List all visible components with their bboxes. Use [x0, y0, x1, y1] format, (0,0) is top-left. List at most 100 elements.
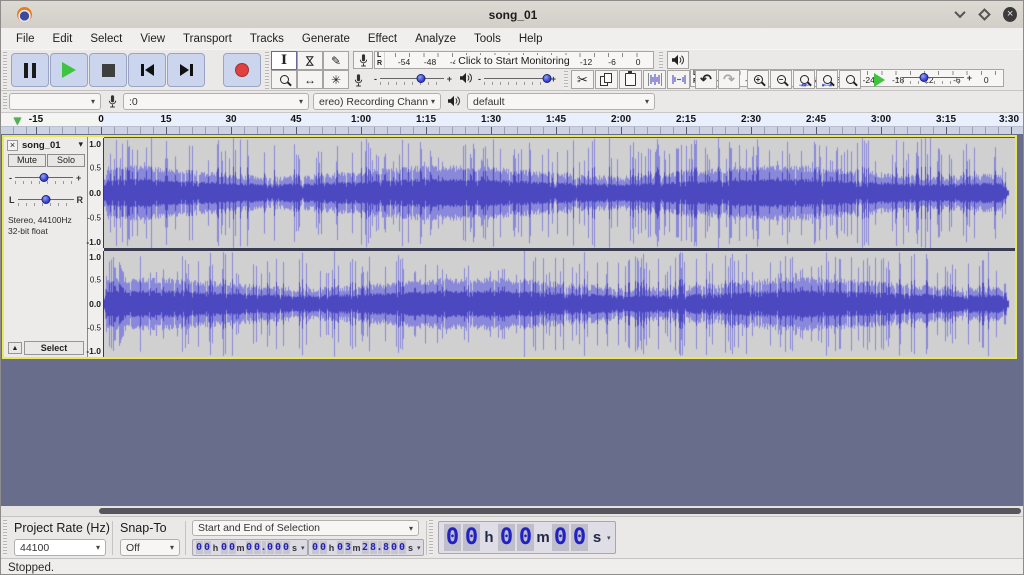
- skip-to-start-button[interactable]: [128, 53, 166, 87]
- recording-volume-slider[interactable]: - +: [371, 72, 455, 86]
- menu-tracks[interactable]: Tracks: [241, 31, 293, 47]
- mute-button[interactable]: Mute: [8, 154, 46, 167]
- draw-tool-button[interactable]: ✎: [323, 51, 349, 70]
- recording-channels-dropdown[interactable]: ereo) Recording Channels ▾: [313, 93, 441, 110]
- solo-button[interactable]: Solo: [47, 154, 85, 167]
- gain-thumb[interactable]: [40, 173, 49, 182]
- selection-mode-dropdown[interactable]: Start and End of Selection ▾: [192, 520, 419, 536]
- waveform-channel-1[interactable]: [104, 138, 1015, 248]
- time-unit[interactable]: m: [352, 543, 361, 553]
- time-unit[interactable]: h: [481, 529, 497, 546]
- recording-device-dropdown[interactable]: :0 ▾: [123, 93, 309, 110]
- track-name[interactable]: song_01: [22, 140, 61, 151]
- time-digit[interactable]: 0: [463, 524, 480, 551]
- menu-tools[interactable]: Tools: [465, 31, 510, 47]
- maximize-button[interactable]: [977, 7, 991, 21]
- time-digit[interactable]: 0: [498, 524, 515, 551]
- time-unit[interactable]: s: [290, 543, 299, 553]
- track-area[interactable]: × song_01 ▾ Mute Solo - + L R Stereo, 44…: [1, 134, 1024, 506]
- transport-toolbar-grabber[interactable]: [3, 52, 7, 90]
- zoom-toggle-button[interactable]: [839, 70, 861, 89]
- time-digit[interactable]: 0: [312, 541, 319, 554]
- time-digit[interactable]: 0: [275, 541, 282, 554]
- selection-tool-button[interactable]: I: [271, 51, 297, 70]
- audio-position-field[interactable]: 00h00m00s▾: [438, 521, 616, 554]
- selection-end-field[interactable]: 00h03m28.800s▾: [308, 539, 424, 556]
- silence-audio-button[interactable]: [667, 70, 690, 89]
- track-gain-slider[interactable]: - +: [6, 171, 86, 185]
- time-toolbar-grabber[interactable]: [429, 520, 433, 556]
- track-control-panel[interactable]: × song_01 ▾ Mute Solo - + L R Stereo, 44…: [4, 137, 88, 357]
- device-toolbar-grabber[interactable]: [3, 93, 7, 111]
- track-collapse-button[interactable]: ▲: [8, 342, 22, 354]
- recording-volume-groove[interactable]: [380, 72, 444, 86]
- time-unit[interactable]: m: [535, 529, 551, 546]
- track-menu-dropdown-icon[interactable]: ▾: [78, 139, 83, 150]
- time-digit[interactable]: 0: [571, 524, 588, 551]
- time-digit[interactable]: .: [262, 541, 266, 554]
- menu-view[interactable]: View: [131, 31, 174, 47]
- time-digit[interactable]: 0: [552, 524, 569, 551]
- timeline-tick-strip[interactable]: [1, 126, 1024, 134]
- audio-track[interactable]: × song_01 ▾ Mute Solo - + L R Stereo, 44…: [2, 135, 1017, 359]
- menu-analyze[interactable]: Analyze: [406, 31, 465, 47]
- play-at-speed-button[interactable]: [867, 70, 891, 89]
- time-digit[interactable]: 8: [370, 541, 377, 554]
- skip-to-end-button[interactable]: [167, 53, 205, 87]
- waveform-area-channel-1[interactable]: [104, 137, 1015, 248]
- time-digit[interactable]: 0: [337, 541, 344, 554]
- playback-device-dropdown[interactable]: default ▾: [467, 93, 655, 110]
- time-digit[interactable]: 8: [383, 541, 390, 554]
- close-button[interactable]: ×: [1003, 7, 1017, 21]
- undo-button[interactable]: ↶: [695, 70, 717, 89]
- playback-volume-groove[interactable]: [484, 72, 548, 86]
- recording-meter[interactable]: L R -54 -48 -42 -36 -30 -24 -18 -12 -6 0: [374, 51, 654, 69]
- time-digit[interactable]: 0: [196, 541, 203, 554]
- project-rate-dropdown[interactable]: 44100 ▾: [14, 539, 106, 556]
- recording-volume-thumb[interactable]: [417, 74, 426, 83]
- edit-toolbar-grabber[interactable]: [564, 71, 568, 89]
- time-digit[interactable]: 0: [320, 541, 327, 554]
- minimize-button[interactable]: [953, 7, 967, 21]
- zoom-out-button[interactable]: −: [770, 70, 792, 89]
- time-digit[interactable]: 0: [399, 541, 406, 554]
- track-close-button[interactable]: ×: [7, 140, 18, 151]
- timeline-ruler[interactable]: ▼ -15 0 15 30 45 1:00 1:15 1:30 1:45 2:0…: [1, 113, 1024, 134]
- paste-button[interactable]: [619, 70, 642, 89]
- track-select-button[interactable]: Select: [24, 341, 84, 355]
- time-digit[interactable]: 0: [267, 541, 274, 554]
- playback-meter-grabber[interactable]: [659, 52, 663, 69]
- play-speed-thumb[interactable]: [920, 73, 929, 82]
- menu-edit[interactable]: Edit: [44, 31, 82, 47]
- copy-button[interactable]: [595, 70, 618, 89]
- time-unit[interactable]: s: [406, 543, 415, 553]
- tools-toolbar-grabber[interactable]: [265, 52, 269, 90]
- zoom-fit-button[interactable]: ⇤⇥: [816, 70, 838, 89]
- waveform-area-channel-2[interactable]: [104, 251, 1015, 357]
- time-digit[interactable]: .: [378, 541, 382, 554]
- play-speed-groove[interactable]: [902, 71, 964, 85]
- gain-groove[interactable]: [15, 171, 73, 185]
- menu-effect[interactable]: Effect: [359, 31, 406, 47]
- waveform-channel-2[interactable]: [104, 251, 1015, 357]
- time-unit[interactable]: m: [236, 543, 245, 553]
- playback-volume-slider[interactable]: - +: [475, 72, 559, 86]
- zoom-tool-button[interactable]: [271, 70, 297, 89]
- redo-button[interactable]: ↷: [718, 70, 740, 89]
- time-unit[interactable]: s: [589, 529, 605, 546]
- time-digit[interactable]: 0: [204, 541, 211, 554]
- envelope-tool-button[interactable]: ⋈: [297, 51, 323, 70]
- cut-button[interactable]: ✂: [571, 70, 594, 89]
- time-format-dropdown-icon[interactable]: ▾: [417, 544, 421, 552]
- stop-button[interactable]: [89, 53, 127, 87]
- timeshift-tool-button[interactable]: ↔: [297, 70, 323, 89]
- zoom-selection-button[interactable]: ⇥⇤: [793, 70, 815, 89]
- horizontal-scrollbar-thumb[interactable]: [99, 508, 1021, 514]
- time-digit[interactable]: 0: [221, 541, 228, 554]
- time-digit[interactable]: 0: [444, 524, 461, 551]
- time-digit[interactable]: 3: [345, 541, 352, 554]
- selection-start-field[interactable]: 00h00m00.000s▾: [192, 539, 308, 556]
- monitoring-hint-text[interactable]: Click to Start Monitoring: [455, 55, 572, 67]
- pan-groove[interactable]: [18, 193, 74, 207]
- time-digit[interactable]: 0: [391, 541, 398, 554]
